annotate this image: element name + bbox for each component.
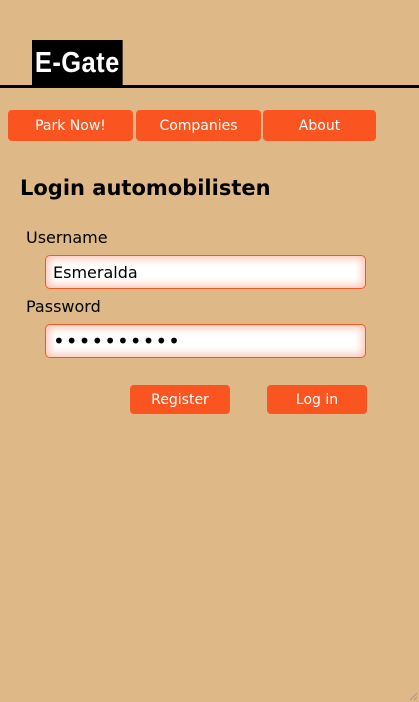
nav-park-now[interactable]: Park Now! (8, 110, 133, 141)
username-label: Username (26, 228, 108, 247)
nav-about[interactable]: About (263, 110, 376, 141)
page-title: Login automobilisten (20, 176, 271, 200)
login-button[interactable]: Log in (267, 385, 367, 414)
username-field[interactable] (45, 255, 366, 289)
resize-grip-icon[interactable] (408, 691, 418, 701)
nav-companies[interactable]: Companies (136, 110, 261, 141)
password-field[interactable] (45, 324, 366, 358)
brand-logo: E-Gate (32, 40, 123, 86)
register-button[interactable]: Register (130, 385, 230, 414)
header-divider (0, 85, 419, 88)
password-label: Password (26, 297, 101, 316)
